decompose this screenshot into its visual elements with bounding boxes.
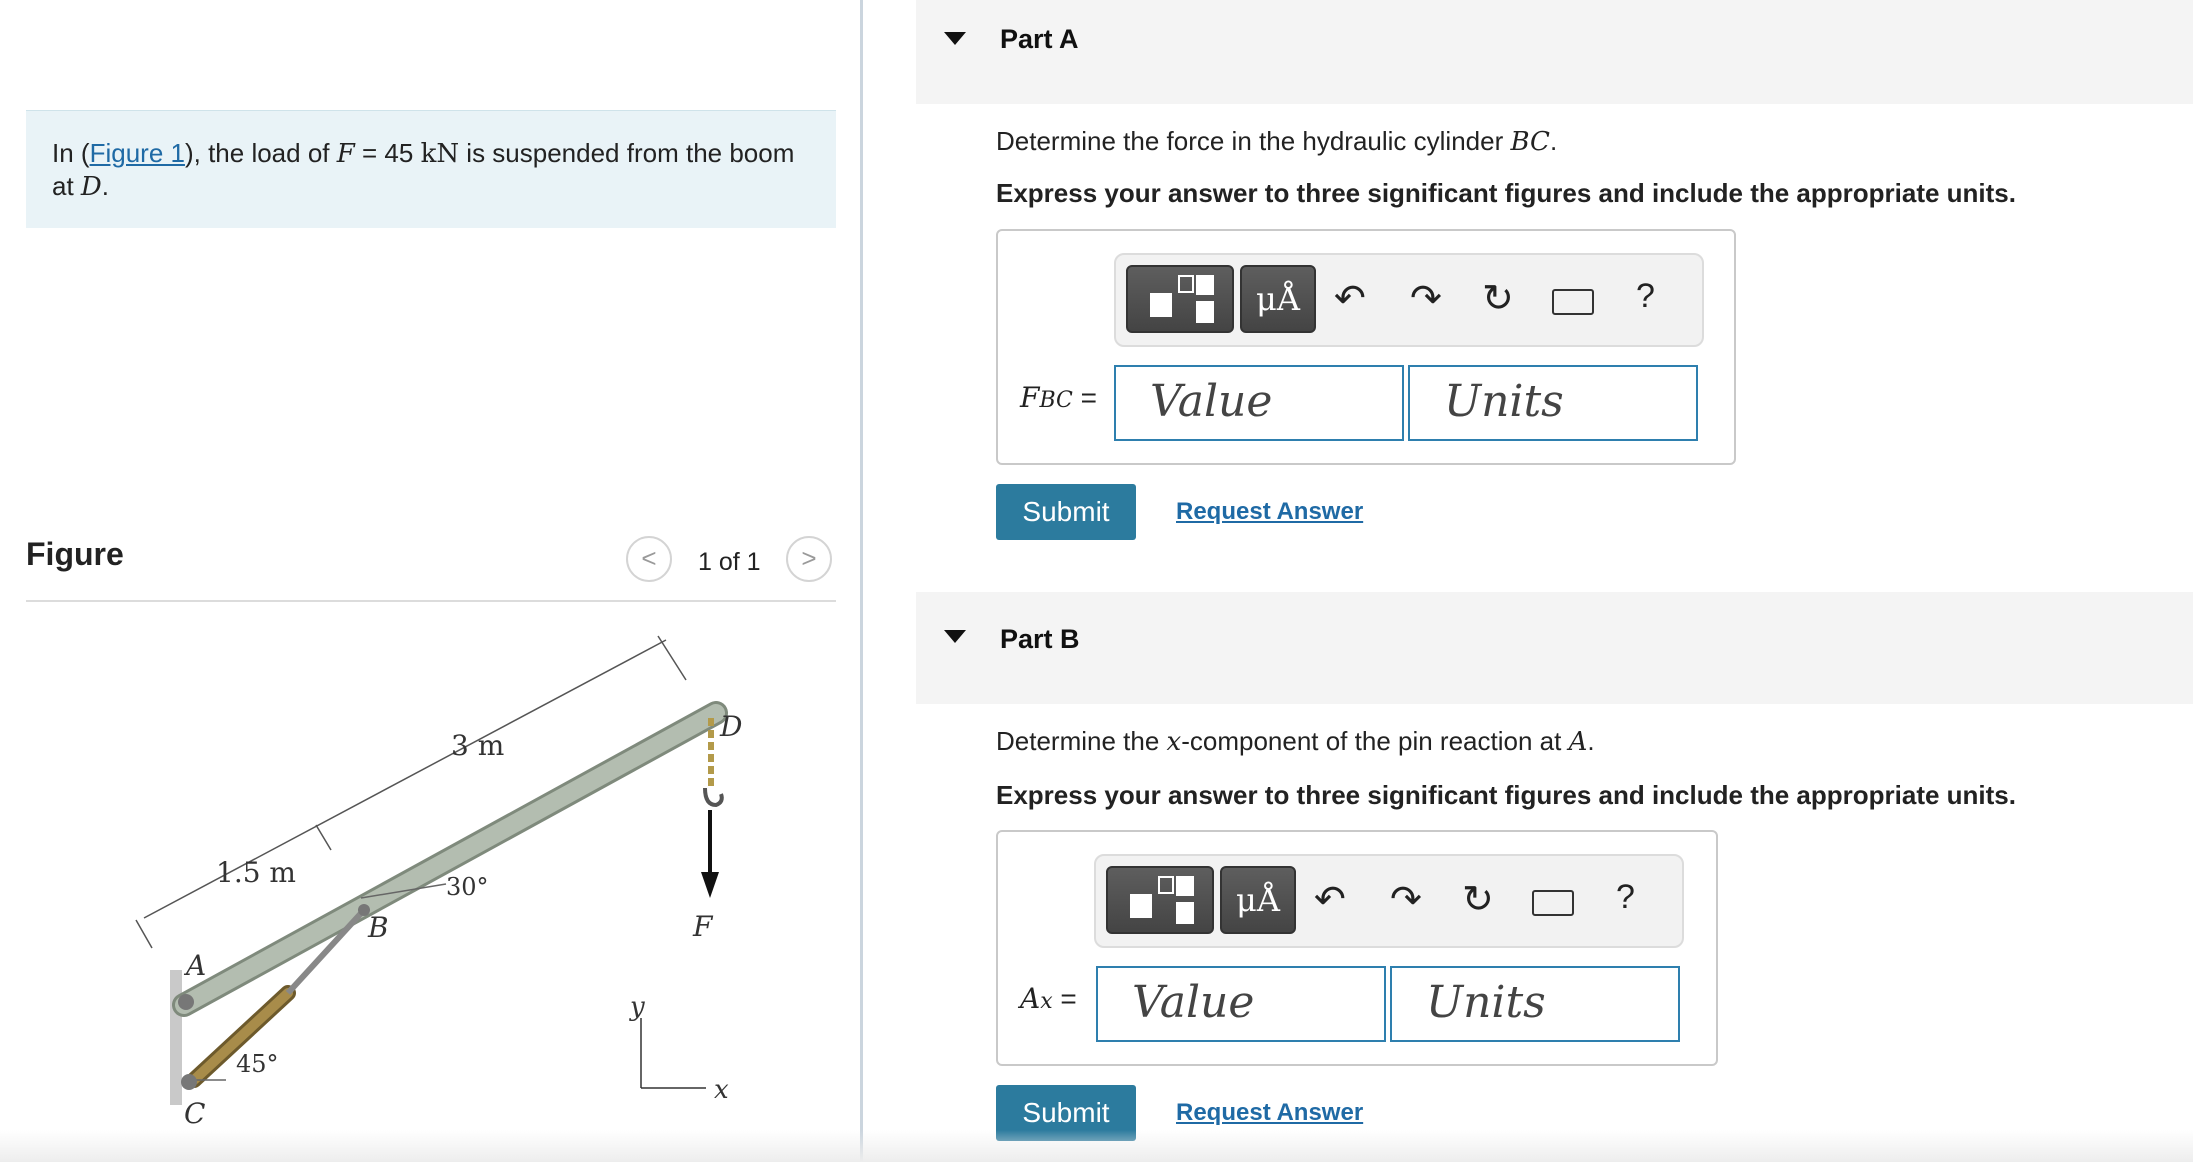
force-arrow-head (701, 872, 719, 898)
figure-divider (26, 600, 836, 602)
part-a-question-symbol: BC (1510, 127, 1550, 157)
label-c: C (184, 1097, 205, 1130)
panel-divider (860, 0, 863, 1162)
part-a-question: Determine the force in the hydraulic cyl… (996, 126, 1557, 157)
units-icon[interactable]: μÅ (1220, 866, 1296, 934)
part-a-var-sub: BC (1039, 388, 1073, 413)
units-icon[interactable]: μÅ (1240, 265, 1316, 333)
pin-c (181, 1074, 197, 1090)
redo-icon[interactable]: ↷ (1410, 277, 1442, 321)
part-b-question-point: A (1568, 727, 1588, 757)
label-angle-30: 30° (446, 873, 489, 901)
templates-icon[interactable] (1126, 265, 1234, 333)
figure-count: 1 of 1 (698, 548, 761, 576)
redo-icon[interactable]: ↷ (1390, 878, 1422, 922)
figure-navigation: < 1 of 1 > (626, 536, 836, 584)
label-angle-45: 45° (236, 1050, 279, 1078)
label-dim-3m: 3 m (451, 729, 504, 762)
part-b-value-input[interactable]: Value (1096, 966, 1386, 1042)
part-b-question-symbol: x (1166, 727, 1182, 757)
label-f: F (692, 910, 714, 943)
bottom-fade (0, 1130, 2193, 1162)
part-b-question: Determine the x-component of the pin rea… (996, 726, 1595, 757)
part-a-request-answer-link[interactable]: Request Answer (1176, 498, 1363, 526)
force-value: = 45 (354, 138, 421, 168)
dimension-tick-a (135, 919, 153, 949)
hook (703, 787, 724, 808)
part-a-instruction: Express your answer to three significant… (996, 178, 2016, 208)
part-b-variable-label: Ax = (1020, 982, 1077, 1015)
dimension-tick-b (315, 824, 332, 851)
part-b-math-toolbar: μÅ ↶ ↷ ↻ ? (1094, 854, 1684, 948)
help-icon[interactable]: ? (1636, 277, 1655, 316)
reset-icon[interactable]: ↻ (1482, 277, 1514, 321)
part-a-question-end: . (1549, 126, 1558, 156)
label-a: A (183, 949, 206, 982)
next-figure-button[interactable]: > (786, 536, 832, 582)
label-b: B (367, 911, 389, 944)
collapse-caret-icon[interactable] (944, 32, 966, 45)
figure-heading: Figure (26, 536, 124, 572)
problem-statement: In (Figure 1), the load of F = 45 kN is … (26, 110, 836, 228)
part-b-equals: = (1052, 983, 1077, 1014)
part-a-units-input[interactable]: Units (1408, 365, 1698, 441)
part-b-var-main: A (1020, 982, 1041, 1015)
keyboard-icon[interactable] (1552, 289, 1594, 315)
part-a-value-input[interactable]: Value (1114, 365, 1404, 441)
problem-text-end: . (101, 171, 110, 201)
part-b-units-input[interactable]: Units (1390, 966, 1680, 1042)
part-b-question-middle: -component of the pin reaction at (1181, 726, 1569, 756)
dimension-tick-d (657, 635, 687, 681)
part-a-question-text: Determine the force in the hydraulic cyl… (996, 126, 1511, 156)
force-unit: kN (420, 139, 460, 169)
templates-icon[interactable] (1106, 866, 1214, 934)
keyboard-icon[interactable] (1532, 890, 1574, 916)
undo-icon[interactable]: ↶ (1334, 277, 1366, 321)
previous-figure-button[interactable]: < (626, 536, 672, 582)
part-b-instruction: Express your answer to three significant… (996, 780, 2016, 810)
label-x: x (714, 1075, 729, 1105)
part-b-var-sub: x (1040, 989, 1053, 1014)
part-a-submit-button[interactable]: Submit (996, 484, 1136, 540)
pin-a (178, 994, 194, 1010)
point-d: D (80, 172, 102, 202)
problem-text-after-link: ), the load of (184, 138, 337, 168)
problem-text-prefix: In ( (52, 138, 90, 168)
help-icon[interactable]: ? (1616, 878, 1635, 917)
part-a-title: Part A (1000, 24, 1079, 54)
label-y: y (629, 992, 645, 1022)
collapse-caret-icon[interactable] (944, 630, 966, 643)
label-dim-1-5m: 1.5 m (216, 856, 296, 889)
part-a-math-toolbar: μÅ ↶ ↷ ↻ ? (1114, 253, 1704, 347)
figure-link[interactable]: Figure 1 (90, 138, 185, 168)
part-a-answer-box: μÅ ↶ ↷ ↻ ? FBC = Value Units (996, 229, 1736, 465)
part-b-question-end: . (1587, 726, 1595, 756)
undo-icon[interactable]: ↶ (1314, 878, 1346, 922)
label-d: D (719, 710, 742, 743)
part-a-var-main: F (1020, 381, 1040, 414)
part-a-variable-label: FBC = (1020, 381, 1097, 414)
part-a-equals: = (1072, 382, 1097, 413)
part-b-question-text: Determine the (996, 726, 1167, 756)
part-a-header[interactable]: Part A (916, 0, 2193, 104)
boom-figure: 3 m 1.5 m 30° 45° A B C D F y x (135, 635, 742, 1130)
force-symbol: F (336, 139, 355, 169)
part-b-header[interactable]: Part B (916, 592, 2193, 704)
part-b-answer-box: μÅ ↶ ↷ ↻ ? Ax = Value Units (996, 830, 1718, 1066)
part-b-title: Part B (1000, 624, 1080, 654)
reset-icon[interactable]: ↻ (1462, 878, 1494, 922)
part-b-request-answer-link[interactable]: Request Answer (1176, 1099, 1363, 1127)
wall-support (170, 970, 182, 1105)
